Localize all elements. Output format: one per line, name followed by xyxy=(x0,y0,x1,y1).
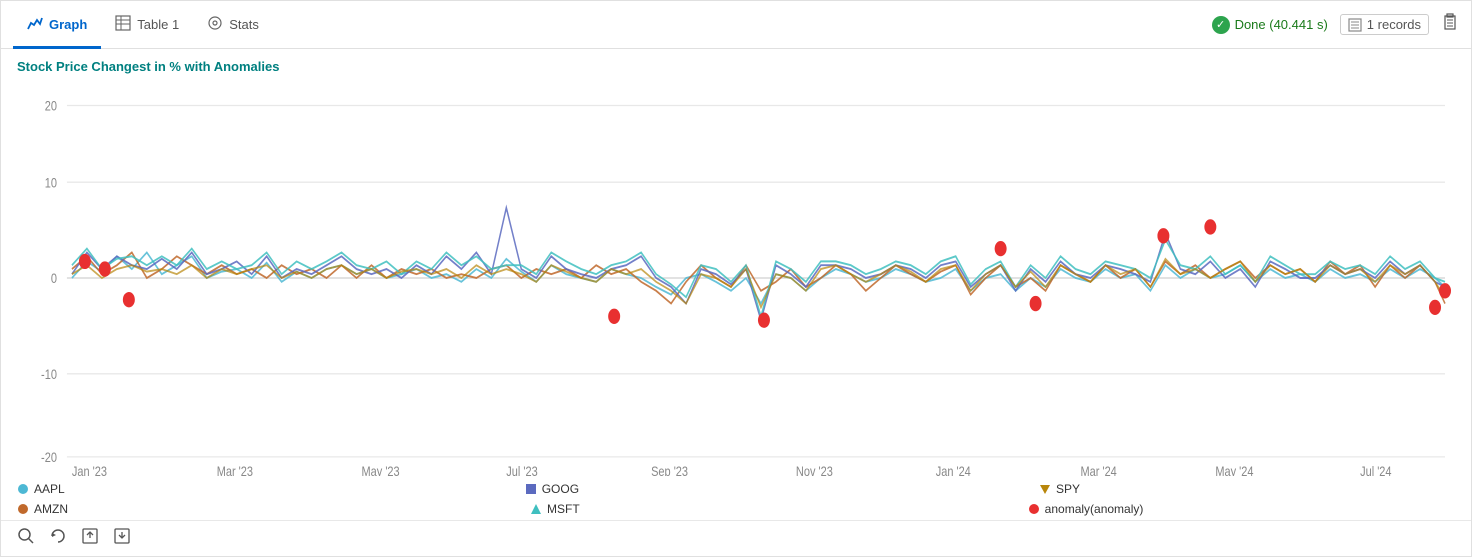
done-icon: ✓ xyxy=(1212,16,1230,34)
legend-anomaly-label: anomaly(anomaly) xyxy=(1045,502,1144,516)
legend-aapl-label: AAPL xyxy=(34,482,65,496)
svg-text:Mar '24: Mar '24 xyxy=(1081,464,1117,476)
legend-msft-label: MSFT xyxy=(547,502,580,516)
svg-text:Mar '23: Mar '23 xyxy=(217,464,253,476)
svg-text:May '23: May '23 xyxy=(362,464,400,476)
legend: AAPL GOOG SPY AMZN MSFT anomaly(anomaly) xyxy=(1,476,1471,520)
chart-area: 20 10 0 -10 -20 Jan '23 Mar '23 May '23 … xyxy=(17,80,1455,476)
tab-graph[interactable]: Graph xyxy=(13,2,101,49)
download-button[interactable] xyxy=(113,527,131,550)
svg-text:Jan '24: Jan '24 xyxy=(936,464,971,476)
legend-amzn: AMZN xyxy=(17,502,68,516)
svg-text:Jul '24: Jul '24 xyxy=(1360,464,1391,476)
refresh-button[interactable] xyxy=(49,527,67,550)
tab-stats[interactable]: Stats xyxy=(193,2,273,49)
legend-goog: GOOG xyxy=(525,482,579,496)
search-button[interactable] xyxy=(17,527,35,550)
legend-spy-label: SPY xyxy=(1056,482,1080,496)
bottom-toolbar xyxy=(1,520,1471,556)
svg-text:Jul '23: Jul '23 xyxy=(506,464,537,476)
svg-text:10: 10 xyxy=(45,175,57,191)
svg-text:Nov '23: Nov '23 xyxy=(796,464,833,476)
stats-tab-label: Stats xyxy=(229,17,259,32)
done-label: Done (40.441 s) xyxy=(1235,17,1328,32)
svg-text:20: 20 xyxy=(45,98,57,114)
records-badge: 1 records xyxy=(1340,14,1429,35)
status-area: ✓ Done (40.441 s) 1 records xyxy=(1212,13,1459,36)
graph-tab-icon xyxy=(27,15,43,34)
records-label: 1 records xyxy=(1367,17,1421,32)
records-icon xyxy=(1348,18,1362,32)
tab-table1[interactable]: Table 1 xyxy=(101,2,193,49)
legend-spy: SPY xyxy=(1039,482,1080,496)
main-chart-svg: 20 10 0 -10 -20 Jan '23 Mar '23 May '23 … xyxy=(17,80,1455,476)
svg-text:Jan '23: Jan '23 xyxy=(72,464,107,476)
tab-bar: Graph Table 1 Stats ✓ Done (40.441 s) 1 … xyxy=(1,1,1471,49)
chart-container: Stock Price Changest in % with Anomalies… xyxy=(1,49,1471,476)
table-tab-icon xyxy=(115,15,131,34)
svg-text:May '24: May '24 xyxy=(1215,464,1253,476)
legend-aapl: AAPL xyxy=(17,482,65,496)
graph-tab-label: Graph xyxy=(49,17,87,32)
stats-tab-icon xyxy=(207,15,223,34)
svg-text:0: 0 xyxy=(51,271,57,287)
svg-text:-20: -20 xyxy=(41,450,57,466)
svg-text:Sep '23: Sep '23 xyxy=(651,464,688,476)
done-badge: ✓ Done (40.441 s) xyxy=(1212,16,1328,34)
chart-title: Stock Price Changest in % with Anomalies xyxy=(17,59,1455,74)
legend-anomaly: anomaly(anomaly) xyxy=(1028,502,1144,516)
legend-amzn-label: AMZN xyxy=(34,502,68,516)
svg-text:-10: -10 xyxy=(41,367,57,383)
legend-goog-label: GOOG xyxy=(542,482,579,496)
legend-msft: MSFT xyxy=(530,502,580,516)
main-container: Graph Table 1 Stats ✓ Done (40.441 s) 1 … xyxy=(0,0,1472,557)
clipboard-button[interactable] xyxy=(1441,13,1459,36)
table1-tab-label: Table 1 xyxy=(137,17,179,32)
export-button[interactable] xyxy=(81,527,99,550)
